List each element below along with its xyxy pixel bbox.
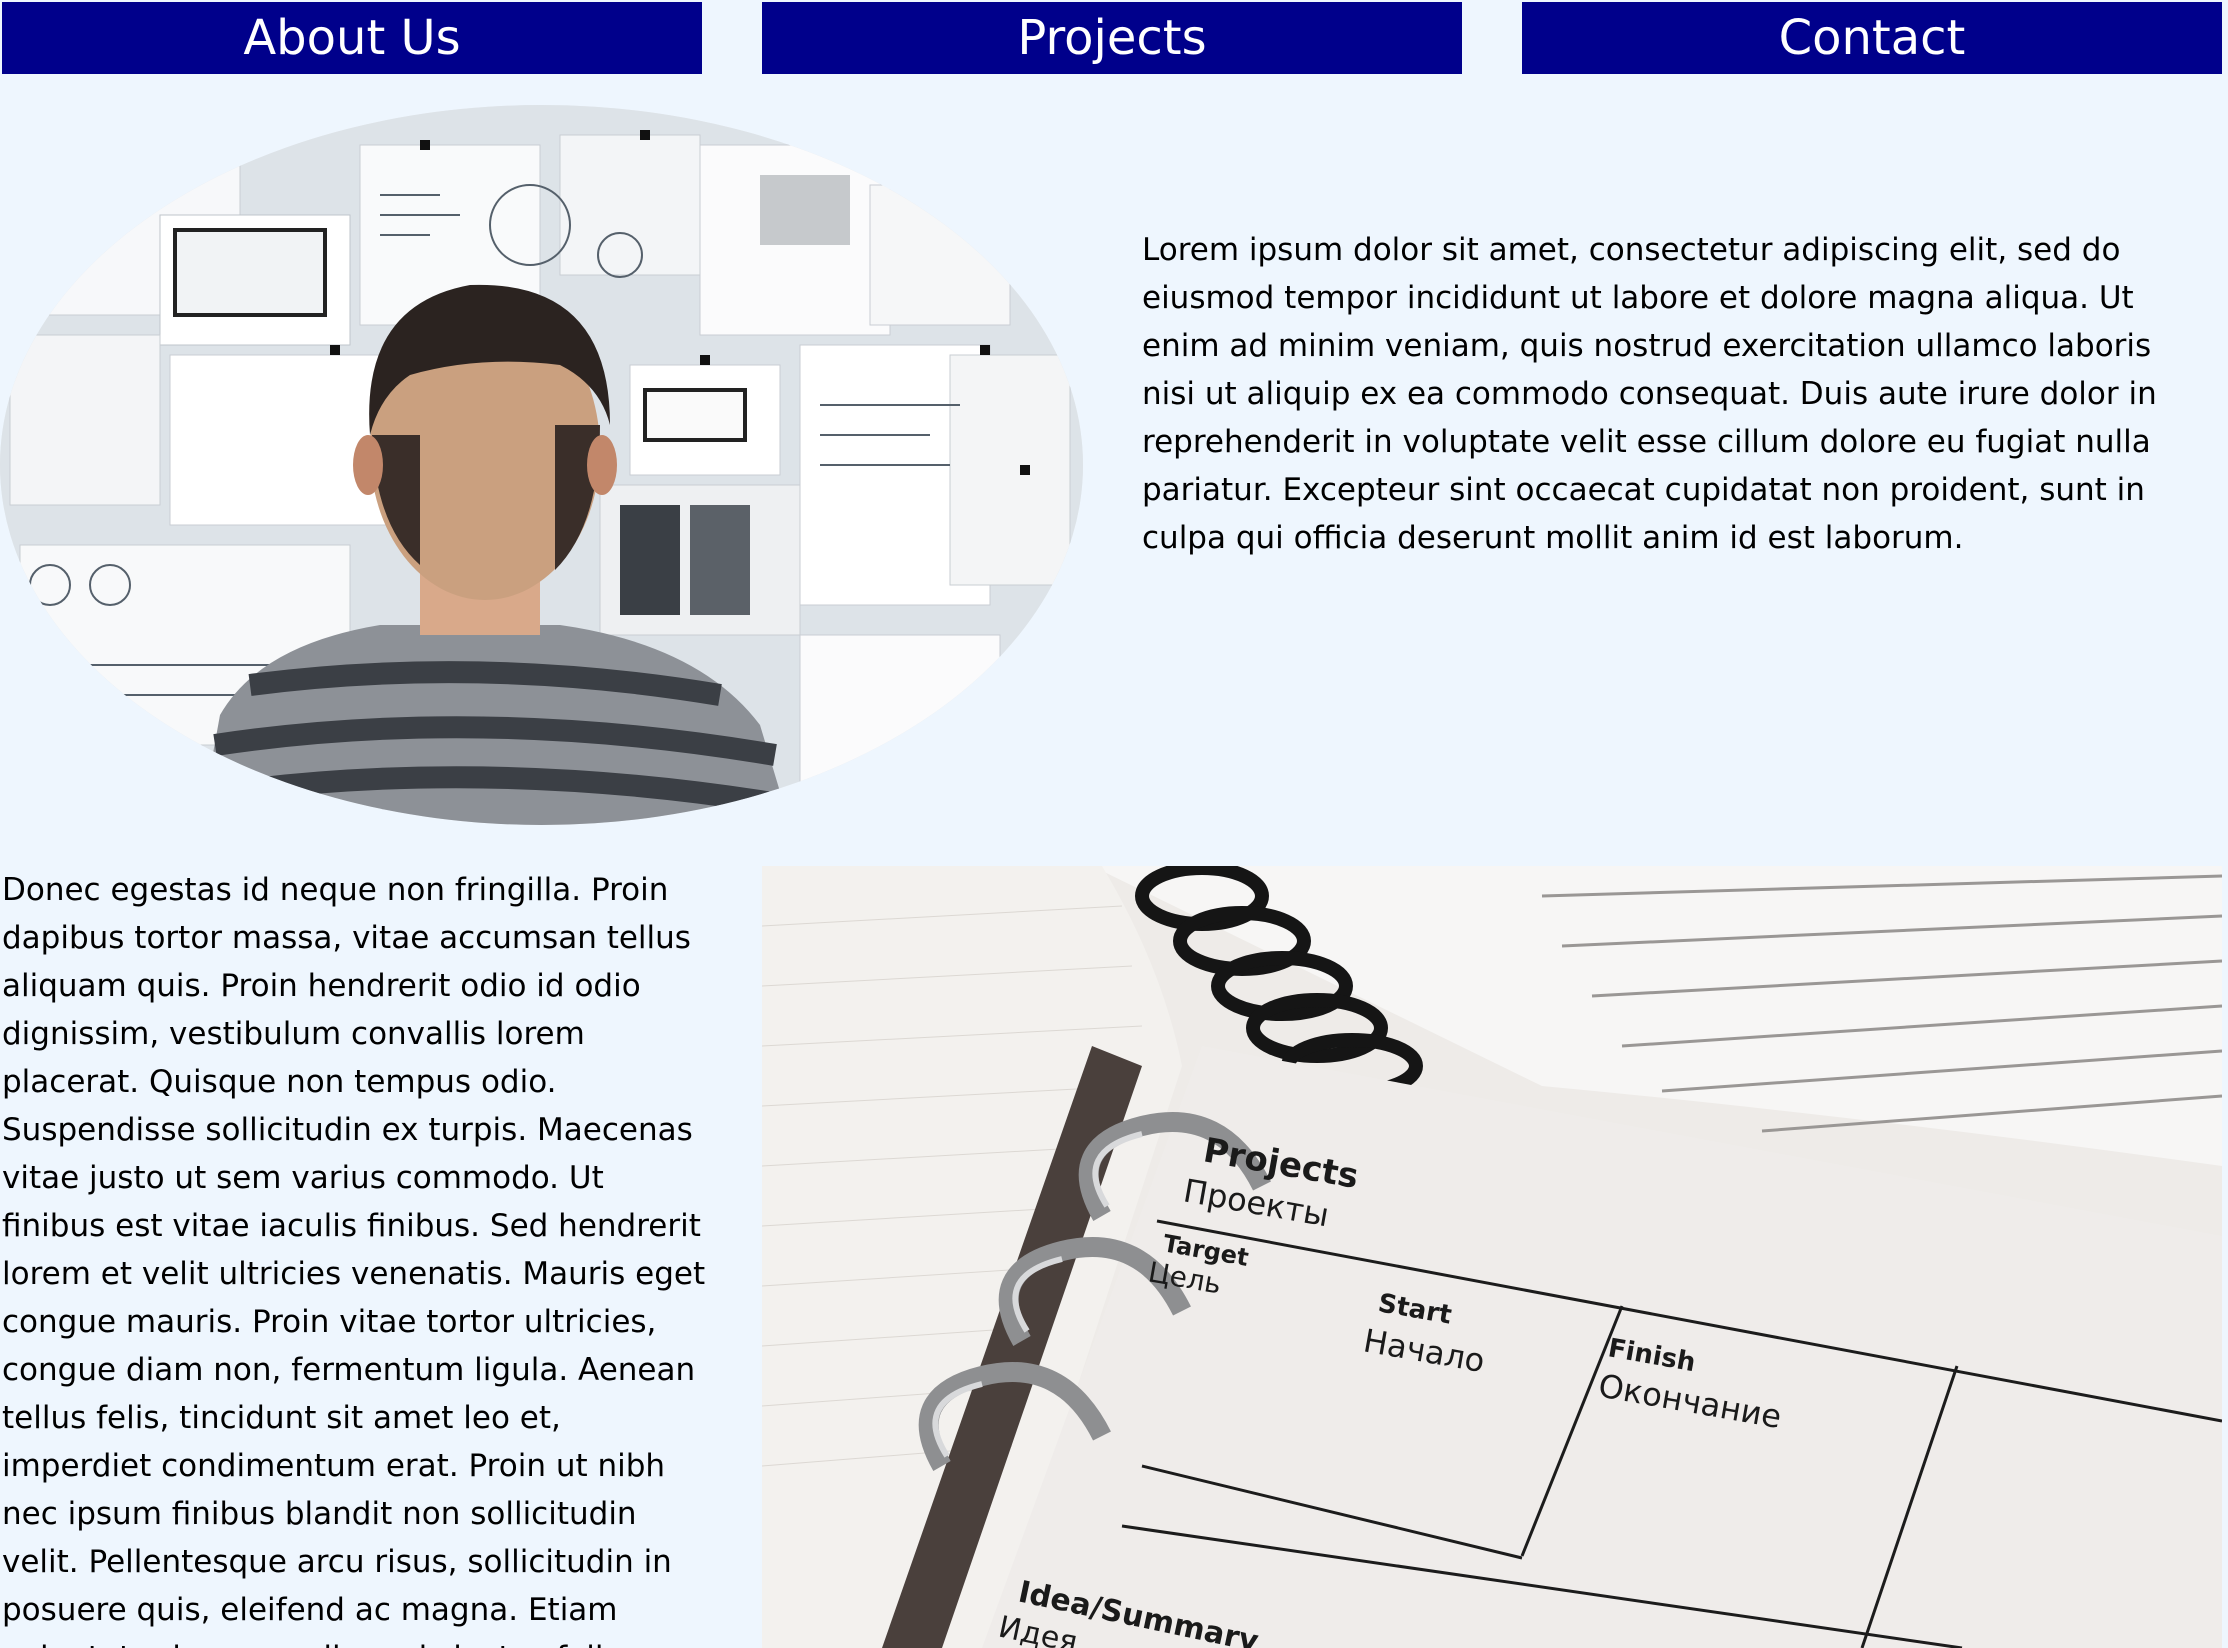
nav-projects-button[interactable]: Projects [762, 2, 1462, 74]
nav-about-us-button[interactable]: About Us [2, 2, 702, 74]
hero-photo-man-at-board [0, 105, 1083, 825]
planner-photo: Projects Проекты Target Цель Start Начал… [762, 866, 2222, 1648]
nav-contact-button[interactable]: Contact [1522, 2, 2222, 74]
hero-photo-illustration [0, 105, 1083, 825]
page: About Us Projects Contact Lorem ipsum do… [0, 0, 2228, 1648]
body-paragraph: Donec egestas id neque non fringilla. Pr… [2, 872, 706, 1648]
planner-photo-illustration: Projects Проекты Target Цель Start Начал… [762, 866, 2222, 1648]
intro-paragraph: Lorem ipsum dolor sit amet, consectetur … [1142, 232, 2157, 556]
